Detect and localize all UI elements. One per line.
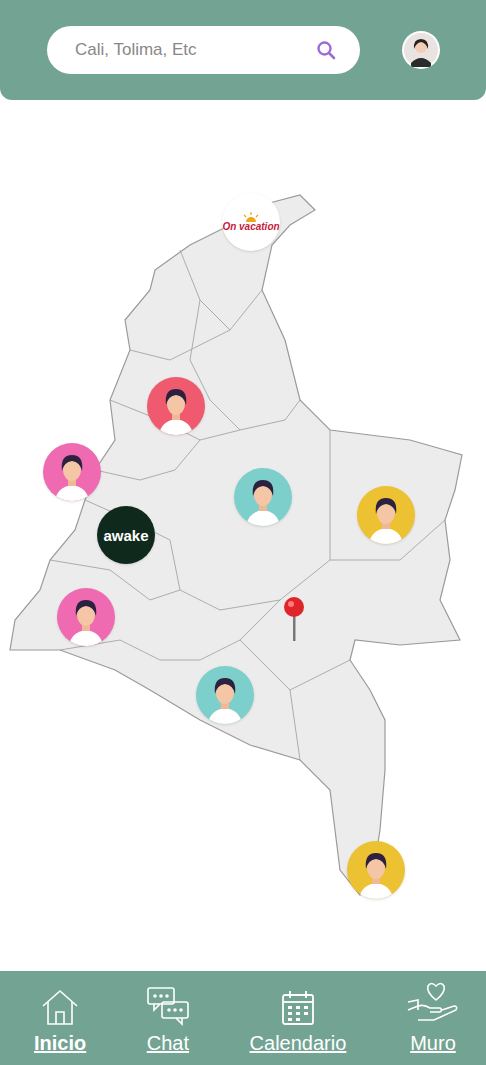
logo: On vacation [222, 212, 279, 232]
nav-label: Calendario [250, 1028, 347, 1058]
brand-marker[interactable]: On vacation [222, 193, 280, 251]
profile-photo-icon [404, 33, 438, 67]
map[interactable]: On vacation awake [0, 100, 486, 971]
profile-avatar[interactable] [402, 31, 440, 69]
nav-item[interactable]: Calendario [250, 978, 347, 1058]
nav-item[interactable]: Muro [406, 978, 460, 1058]
user-marker[interactable] [43, 443, 101, 501]
user-marker[interactable] [234, 468, 292, 526]
user-marker[interactable] [147, 377, 205, 435]
search-field[interactable] [47, 26, 360, 74]
sun-icon [242, 212, 260, 222]
bottom-nav: Inicio Chat Calendario Muro [0, 971, 486, 1065]
user-marker[interactable] [357, 486, 415, 544]
user-marker[interactable] [57, 588, 115, 646]
brand-marker[interactable]: awake [97, 506, 155, 564]
logo-text: awake [103, 528, 148, 543]
person-avatar-icon [57, 588, 115, 646]
nav-label: Inicio [34, 1028, 86, 1058]
search-input[interactable] [75, 37, 316, 63]
nav-item[interactable]: Chat [146, 978, 190, 1058]
search-icon[interactable] [316, 40, 336, 60]
person-avatar-icon [43, 443, 101, 501]
chat-icon [146, 984, 190, 1026]
heart-hand-icon [406, 984, 460, 1026]
nav-label: Muro [410, 1028, 456, 1058]
person-avatar-icon [196, 666, 254, 724]
home-icon [40, 984, 80, 1026]
nav-item[interactable]: Inicio [34, 978, 86, 1058]
nav-label: Chat [147, 1028, 189, 1058]
user-marker[interactable] [347, 841, 405, 899]
calendar-icon [281, 984, 315, 1026]
person-avatar-icon [357, 486, 415, 544]
user-marker[interactable] [196, 666, 254, 724]
location-pin-icon [282, 596, 306, 642]
person-avatar-icon [147, 377, 205, 435]
top-bar [0, 0, 486, 100]
person-avatar-icon [347, 841, 405, 899]
logo-text: On vacation [222, 222, 279, 232]
person-avatar-icon [234, 468, 292, 526]
